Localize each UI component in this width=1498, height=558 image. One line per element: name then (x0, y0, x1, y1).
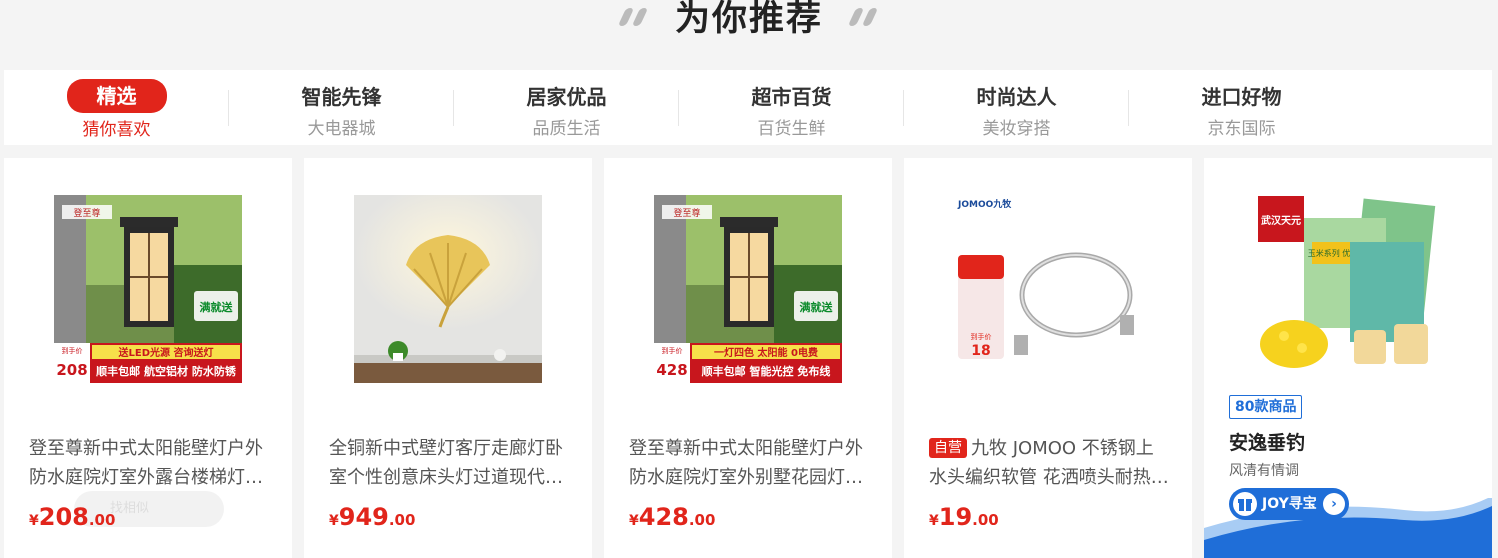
tab-supermarket[interactable]: 超市百货 百货生鲜 (679, 70, 904, 145)
category-tabs: 精选 猜你喜欢 智能先锋 大电器城 居家优品 品质生活 超市百货 百货生鲜 时尚… (4, 70, 1492, 145)
tab-home-goods[interactable]: 居家优品 品质生活 (454, 70, 679, 145)
image-price: 18 (971, 343, 990, 359)
tab-sublabel: 京东国际 (1207, 119, 1276, 139)
joy-treasure-button[interactable]: JOY寻宝 › (1229, 488, 1349, 520)
image-price: 208 (56, 361, 87, 379)
product-count-badge: 80款商品 (1229, 395, 1303, 419)
price-integer: 949 (338, 503, 389, 531)
tab-sublabel: 品质生活 (532, 119, 601, 139)
product-card[interactable]: JOMOO九牧 到手价 18 自营 九牧 JOMOO 不锈钢上水头编织软管 花洒喷… (904, 158, 1192, 558)
tab-sublabel: 大电器城 (307, 119, 376, 139)
product-card[interactable]: 登至尊 满就送 一灯四色 太阳能 0电费 顺丰包邮 智能光控 免布线 到手价 4… (604, 158, 892, 558)
product-title[interactable]: 全铜新中式壁灯客厅走廊灯卧室个性创意床头灯过道现代… (329, 434, 569, 492)
image-promo: 满就送 (800, 300, 834, 314)
tab-fashion[interactable]: 时尚达人 美妆穿搭 (904, 70, 1129, 145)
product-title[interactable]: 登至尊新中式太阳能壁灯户外防水庭院灯室外别墅花园灯… (629, 434, 869, 492)
price-integer: 208 (38, 503, 89, 531)
tab-sublabel: 百货生鲜 (757, 119, 826, 139)
shop-image-corn-bait: 武汉天元 玉米系列 优选颗玉米 (1254, 194, 1444, 384)
currency-symbol: ¥ (629, 513, 639, 529)
currency-symbol: ¥ (29, 513, 39, 529)
price-decimal: .00 (688, 511, 716, 529)
tab-imports[interactable]: 进口好物 京东国际 (1129, 70, 1354, 145)
tab-smart-pioneer[interactable]: 智能先锋 大电器城 (229, 70, 454, 145)
product-card[interactable]: 全铜新中式壁灯客厅走廊灯卧室个性创意床头灯过道现代… ¥949.00 (304, 158, 592, 558)
tab-label: 居家优品 (526, 85, 607, 109)
image-price-label: 到手价 (971, 332, 992, 341)
image-price-label: 到手价 (662, 346, 683, 355)
product-image-shower-hose: JOMOO九牧 到手价 18 (954, 195, 1142, 383)
product-price: ¥208.00 (29, 503, 115, 531)
currency-symbol: ¥ (929, 513, 939, 529)
image-line2: 顺丰包邮 智能光控 免布线 (702, 364, 831, 378)
image-logo: 登至尊 (73, 207, 100, 219)
shop-description: 风清有情调 (1229, 463, 1299, 479)
deco-quote-right-icon (847, 8, 880, 28)
tab-label: 进口好物 (1201, 85, 1282, 109)
price-decimal: .00 (972, 511, 999, 529)
price-decimal: .00 (388, 511, 416, 529)
image-line2: 顺丰包邮 航空铝材 防水防锈 (96, 364, 237, 378)
tab-label: 时尚达人 (976, 85, 1057, 109)
image-promo: 满就送 (200, 300, 234, 314)
image-price: 428 (656, 361, 687, 379)
product-price: ¥428.00 (629, 503, 715, 531)
image-line1: 送LED光源 咨询送灯 (118, 346, 214, 359)
shop-card[interactable]: 武汉天元 玉米系列 优选颗玉米 80款商品 安逸垂钓 风清有情调 JOY寻宝 › (1204, 158, 1492, 558)
tab-label: 智能先锋 (301, 85, 382, 109)
currency-symbol: ¥ (329, 513, 339, 529)
product-image-solar-wall-lamp: 登至尊 满就送 送LED光源 咨询送灯 顺丰包邮 航空铝材 防水防锈 到手价 2… (54, 195, 242, 383)
joy-button-label: JOY寻宝 (1262, 496, 1317, 512)
price-integer: 19 (938, 503, 973, 531)
tab-sublabel: 猜你喜欢 (82, 120, 151, 140)
image-brand: JOMOO九牧 (957, 198, 1012, 210)
product-image-ginkgo-wall-lamp (354, 195, 542, 383)
price-integer: 428 (638, 503, 689, 531)
image-line1: 一灯四色 太阳能 0电费 (714, 346, 818, 359)
gift-icon (1233, 492, 1257, 516)
product-card[interactable]: 登至尊 满就送 送LED光源 咨询送灯 顺丰包邮 航空铝材 防水防锈 到手价 2… (4, 158, 292, 558)
shop-image-brand: 武汉天元 (1261, 214, 1301, 227)
section-header: 为你推荐 (0, 0, 1498, 70)
product-price: ¥19.00 (929, 503, 999, 531)
product-title[interactable]: 自营 九牧 JOMOO 不锈钢上水头编织软管 花洒喷头耐热… (929, 434, 1169, 492)
product-price: ¥949.00 (329, 503, 415, 531)
tab-label: 超市百货 (751, 85, 832, 109)
shop-name[interactable]: 安逸垂钓 (1229, 428, 1305, 455)
chevron-right-icon: › (1323, 493, 1345, 515)
tab-featured[interactable]: 精选 猜你喜欢 (4, 70, 229, 145)
tab-sublabel: 美妆穿搭 (982, 119, 1051, 139)
image-logo: 登至尊 (673, 207, 700, 219)
tab-label: 精选 (66, 79, 167, 113)
section-title: 为你推荐 (674, 0, 823, 39)
product-title[interactable]: 登至尊新中式太阳能壁灯户外防水庭院灯室外露台楼梯灯… (29, 434, 269, 492)
image-price-label: 到手价 (62, 346, 83, 355)
product-image-solar-wall-lamp: 登至尊 满就送 一灯四色 太阳能 0电费 顺丰包邮 智能光控 免布线 到手价 4… (654, 195, 842, 383)
self-operated-badge: 自营 (929, 438, 967, 458)
price-decimal: .00 (88, 511, 116, 529)
